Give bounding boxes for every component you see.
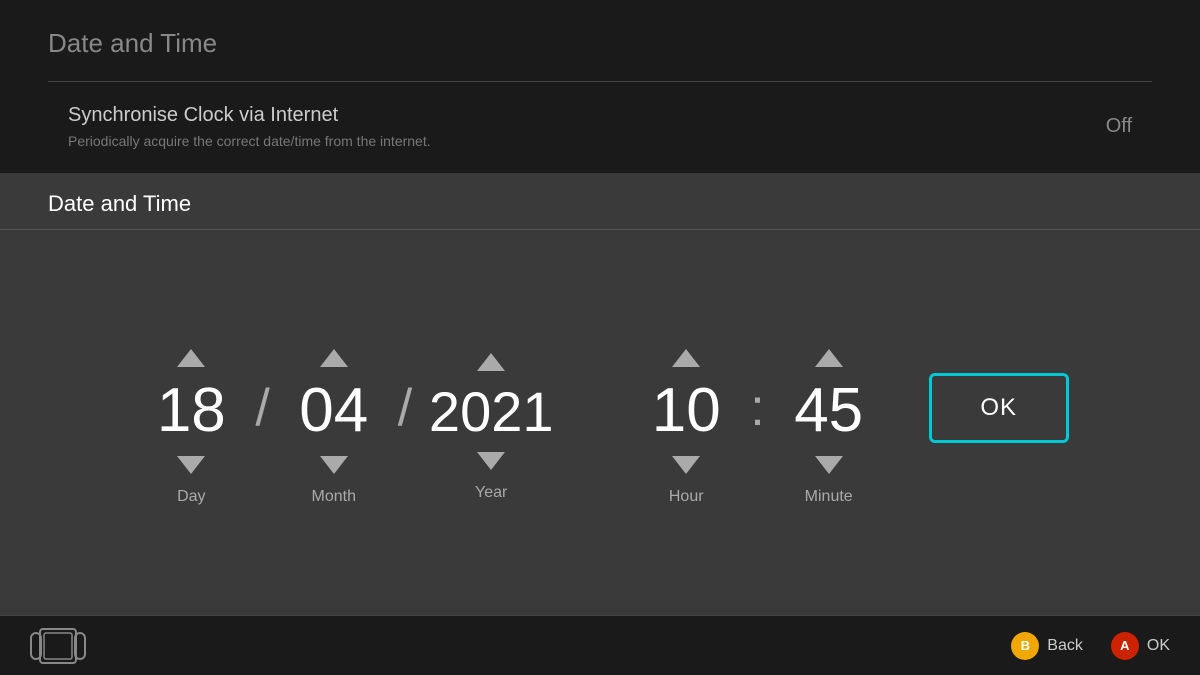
minute-down-button[interactable] bbox=[815, 456, 843, 474]
minute-up-button[interactable] bbox=[815, 349, 843, 367]
month-down-button[interactable] bbox=[320, 456, 348, 474]
day-column: 18 Day bbox=[131, 339, 251, 505]
hour-value: 10 bbox=[636, 377, 736, 445]
year-down-button[interactable] bbox=[477, 452, 505, 470]
hour-up-button[interactable] bbox=[672, 349, 700, 367]
year-value: 2021 bbox=[426, 381, 556, 443]
footer: B Back A OK bbox=[0, 615, 1200, 675]
sync-setting-info: Synchronise Clock via Internet Periodica… bbox=[68, 104, 431, 149]
picker-area: 18 Day / 04 Month / 2021 Year bbox=[0, 230, 1200, 615]
year-up-button[interactable] bbox=[477, 353, 505, 371]
switch-console-icon bbox=[30, 627, 86, 665]
top-divider bbox=[48, 81, 1152, 82]
sync-setting-row[interactable]: Synchronise Clock via Internet Periodica… bbox=[48, 104, 1152, 149]
day-up-button[interactable] bbox=[177, 349, 205, 367]
minute-value: 45 bbox=[779, 377, 879, 445]
picker-inner: 18 Day / 04 Month / 2021 Year bbox=[131, 339, 1068, 505]
month-up-button[interactable] bbox=[320, 349, 348, 367]
minute-label: Minute bbox=[805, 488, 853, 506]
month-column: 04 Month bbox=[274, 339, 394, 505]
footer-right: B Back A OK bbox=[1011, 632, 1170, 660]
back-button-hint: B Back bbox=[1011, 632, 1083, 660]
day-value: 18 bbox=[141, 377, 241, 445]
ok-button-hint: A OK bbox=[1111, 632, 1170, 660]
page-title: Date and Time bbox=[48, 28, 1152, 59]
hour-column: 10 Hour bbox=[626, 339, 746, 505]
ok-button[interactable]: OK bbox=[929, 373, 1069, 443]
top-section: Date and Time Synchronise Clock via Inte… bbox=[0, 0, 1200, 173]
date-time-section: Date and Time 18 Day / 04 Month / bbox=[0, 173, 1200, 615]
a-button-icon: A bbox=[1111, 632, 1139, 660]
day-down-button[interactable] bbox=[177, 456, 205, 474]
hour-label: Hour bbox=[669, 488, 704, 506]
month-label: Month bbox=[312, 488, 356, 506]
section-header: Date and Time bbox=[0, 173, 1200, 230]
month-value: 04 bbox=[284, 377, 384, 445]
footer-left bbox=[30, 627, 86, 665]
ok-hint-label: OK bbox=[1147, 637, 1170, 655]
day-label: Day bbox=[177, 488, 205, 506]
sync-setting-value: Off bbox=[1106, 115, 1132, 138]
hour-down-button[interactable] bbox=[672, 456, 700, 474]
year-column: 2021 Year bbox=[416, 343, 566, 503]
year-label: Year bbox=[475, 484, 507, 502]
sync-setting-label: Synchronise Clock via Internet bbox=[68, 104, 431, 127]
sync-setting-desc: Periodically acquire the correct date/ti… bbox=[68, 133, 431, 149]
time-separator: : bbox=[746, 378, 768, 468]
date-separator-2: / bbox=[394, 378, 416, 468]
minute-column: 45 Minute bbox=[769, 339, 889, 505]
b-button-icon: B bbox=[1011, 632, 1039, 660]
back-label: Back bbox=[1047, 637, 1083, 655]
date-separator-1: / bbox=[251, 378, 273, 468]
